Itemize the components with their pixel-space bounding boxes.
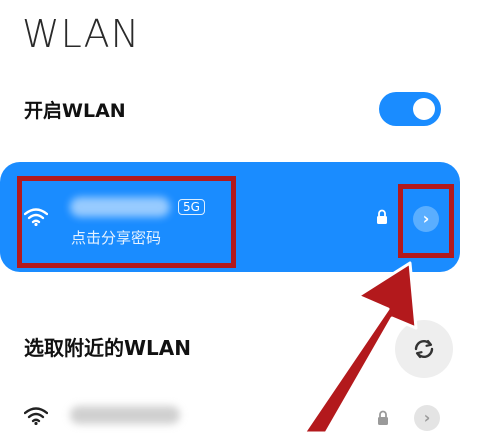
list-network-name-redacted [70,406,180,424]
wlan-toggle-label: 开启WLAN [24,100,126,122]
annotation-box-network [17,176,236,268]
refresh-button[interactable] [395,320,453,378]
nearby-networks-label: 选取附近的WLAN [24,336,192,360]
wlan-toggle[interactable] [379,92,441,126]
wifi-icon [23,407,49,429]
chevron-right-icon: › [423,408,431,427]
annotation-box-detail [398,184,454,258]
page-title: WLAN [22,12,141,56]
lock-icon [377,410,389,429]
refresh-icon [414,339,434,359]
list-item-detail-button[interactable]: › [414,405,440,431]
lock-icon [376,209,388,228]
toggle-knob [413,98,435,120]
